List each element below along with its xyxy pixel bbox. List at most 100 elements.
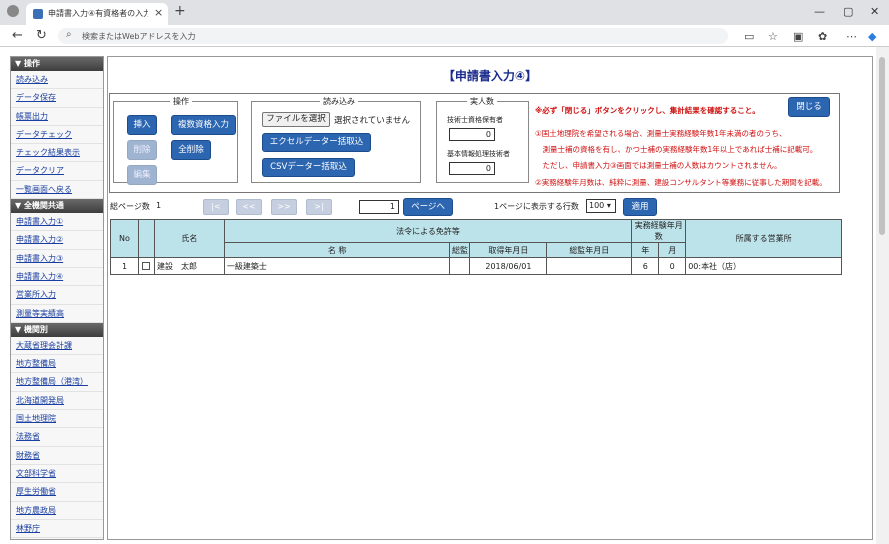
sidebar-link[interactable]: 林野庁 [11,520,103,539]
sidebar-link[interactable]: データクリア [11,162,103,181]
first-page-button[interactable]: |< [203,199,229,215]
cell-year: 6 [631,257,660,275]
pager: 総ページ数 1 |< << >> >| 1 ページへ 1ページに表示する行数 1… [108,195,872,217]
address-bar-row: ← ↻ ⌕ 検索またはWebアドレスを入力 ▭ ☆ ▣ ✿ ⋯ ◆ [0,25,889,47]
last-page-button[interactable]: >| [306,199,332,215]
cell-month: 0 [658,257,687,275]
table-row[interactable]: 1 建設 太郎 一級建築士 2018/06/01 6 0 00:本社（店） [110,257,842,275]
main-panel: 【申請書入力④】 操作 挿入 複数資格入力 削除 全削除 編集 読み込み ファイ… [107,56,873,540]
more-icon[interactable]: ⋯ [846,30,857,43]
sidebar-link[interactable]: 国土地理院 [11,410,103,429]
copilot-icon[interactable]: ◆ [868,30,876,43]
back-icon[interactable]: ← [12,28,23,43]
next-page-button[interactable]: >> [271,199,297,215]
header-select [137,219,155,258]
rows-per-page-select[interactable]: 100 ▾ [586,199,616,213]
header-year: 年 [631,242,660,258]
header-acquired-date: 取得年月日 [469,242,548,258]
header-license-group: 法令による免許等 [223,219,633,243]
sidebar-link[interactable]: データチェック [11,126,103,145]
rows-per-page-label: 1ページに表示する行数 [494,202,579,211]
delete-all-button[interactable]: 全削除 [171,140,211,160]
row-checkbox[interactable] [142,262,151,270]
tab-close-icon[interactable]: × [154,6,163,19]
note-1: ※必ず「閉じる」ボタンをクリックし、集計結果を確認すること。 [535,106,760,115]
cell-no: 1 [110,257,139,275]
edit-button[interactable]: 編集 [127,165,157,185]
maximize-button[interactable]: ▢ [843,5,853,18]
sidebar-link[interactable]: 申請書入力④ [11,268,103,287]
browser-tab[interactable]: 申請書入力④有資格者の入力 - × [26,3,168,25]
page-number-input[interactable]: 1 [359,200,399,214]
goto-page-button[interactable]: ページへ [403,198,453,216]
new-tab-button[interactable]: + [174,3,186,19]
header-license-name: 名 称 [223,242,451,258]
cell-acquired: 2018/06/01 [469,257,548,275]
collections-icon[interactable]: ▣ [793,30,803,43]
sidebar-link[interactable]: 地方整備局（港湾） [11,373,103,392]
pe-holders-count[interactable]: 0 [449,128,495,141]
header-office: 所属する営業所 [685,219,842,258]
import-group: 読み込み ファイルを選択 選択されていません エクセルデーター括取込 CSVデー… [251,96,421,183]
apply-button[interactable]: 適用 [623,198,657,216]
sidebar-link[interactable]: 一覧画面へ戻る [11,181,103,200]
delete-button[interactable]: 削除 [127,140,157,160]
operations-group: 操作 挿入 複数資格入力 削除 全削除 編集 [113,96,238,185]
it-engineer-count[interactable]: 0 [449,162,495,175]
file-select-button[interactable]: ファイルを選択 [262,112,330,127]
sidebar-link[interactable]: 地方整備局 [11,355,103,374]
extensions-icon[interactable]: ✿ [818,30,827,43]
header-experience-group: 実務経験年月数 [631,219,687,243]
scrollbar-thumb[interactable] [879,57,885,235]
sidebar-link[interactable]: 北海道開発局 [11,392,103,411]
sidebar-link[interactable]: 申請書入力② [11,231,103,250]
tab-title: 申請書入力④有資格者の入力 - [48,9,148,18]
refresh-icon[interactable]: ↻ [36,28,47,43]
note-5: ②実務経験年月数は、純粋に測量、建設コンサルタント等業務に従事した期間を記載。 [535,178,827,187]
it-engineer-label: 基本情報処理技術者 [447,150,510,158]
sidebar-link[interactable]: 厚生労働省 [11,483,103,502]
cell-name: 建設 太郎 [153,257,225,275]
sidebar-link[interactable]: 帳票出力 [11,108,103,126]
header-total-date: 総監年月日 [546,242,633,258]
sidebar-link[interactable]: 読み込み [11,71,103,90]
sidebar-link[interactable]: 営業所入力 [11,286,103,305]
address-bar[interactable]: ⌕ 検索またはWebアドレスを入力 [58,28,728,44]
insert-button[interactable]: 挿入 [127,115,157,135]
sidebar-link[interactable]: 文部科学省 [11,465,103,484]
favicon-icon [33,9,43,19]
multi-qualification-button[interactable]: 複数資格入力 [171,115,236,135]
csv-import-button[interactable]: CSVデーター括取込 [262,158,355,177]
excel-import-button[interactable]: エクセルデーター括取込 [262,133,371,152]
sidebar-link[interactable]: 申請書入力③ [11,250,103,268]
sidebar-link[interactable]: 大蔵省理会計課 [11,337,103,356]
control-panel: 操作 挿入 複数資格入力 削除 全削除 編集 読み込み ファイルを選択 選択され… [109,93,840,193]
sidebar-link[interactable]: 申請書入力① [11,213,103,232]
cell-total-date [546,257,633,275]
sidebar-link[interactable]: 法務省 [11,428,103,447]
cell-license: 一級建築士 [223,257,451,275]
address-placeholder: 検索またはWebアドレスを入力 [82,32,196,41]
window-close-button[interactable]: ✕ [870,5,879,18]
total-pages-label: 総ページ数 [110,202,150,211]
import-legend: 読み込み [320,96,358,107]
sidebar-section-header: ▼ 全機関共通 [11,199,103,214]
rows-per-page-value: 100 [589,201,605,210]
favorites-icon[interactable]: ☆ [768,30,778,43]
headcount-legend: 実人数 [467,96,497,107]
reading-view-icon[interactable]: ▭ [744,30,754,43]
profile-icon[interactable] [7,5,19,17]
prev-page-button[interactable]: << [236,199,262,215]
file-status: 選択されていません [334,116,410,126]
headcount-group: 実人数 技術士資格保有者 0 基本情報処理技術者 0 [436,96,529,183]
sidebar-link[interactable]: 地方農政局 [11,502,103,520]
sidebar-link[interactable]: 測量等実績高 [11,305,103,323]
minimize-button[interactable]: — [814,5,825,18]
sidebar-link[interactable]: 財務省 [11,447,103,465]
close-button[interactable]: 閉じる [788,97,830,117]
header-no: No [110,219,139,258]
sidebar-link[interactable]: データ保存 [11,89,103,108]
qualification-table: No 氏名 法令による免許等 実務経験年月数 所属する営業所 名 称 総監 取得… [110,219,842,275]
cell-office: 00:本社（店） [685,257,842,275]
sidebar-link[interactable]: チェック結果表示 [11,144,103,163]
